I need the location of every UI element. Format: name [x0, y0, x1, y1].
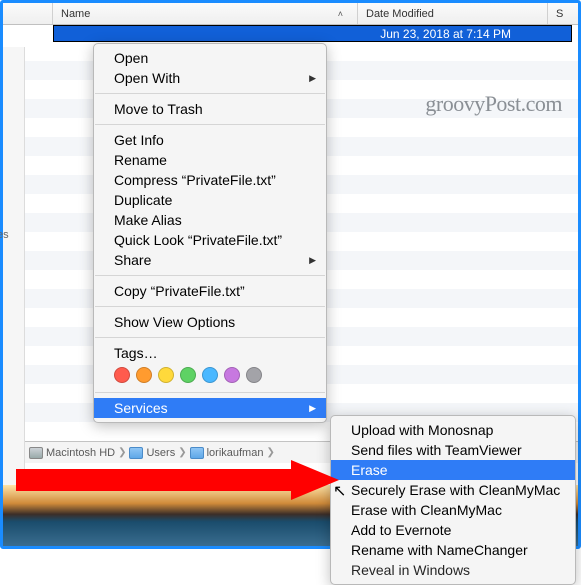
sidebar-fragment: es: [0, 229, 9, 241]
sidebar-edge: es: [3, 47, 25, 485]
chevron-right-icon: ❯: [118, 447, 126, 458]
tag-color-dot[interactable]: [158, 367, 174, 383]
submenu-erase-cleanmymac[interactable]: Erase with CleanMyMac: [331, 500, 575, 520]
menu-make-alias[interactable]: Make Alias: [94, 210, 326, 230]
menu-separator: [95, 124, 325, 125]
column-header-name[interactable]: Name ˄: [53, 3, 358, 24]
chevron-right-icon: ❯: [178, 447, 186, 458]
submenu-erase[interactable]: Erase: [331, 460, 575, 480]
column-header-size-label: S: [556, 8, 563, 20]
file-row-selected[interactable]: Jun 23, 2018 at 7:14 PM: [53, 25, 572, 42]
menu-copy[interactable]: Copy “PrivateFile.txt”: [94, 281, 326, 301]
tag-color-dot[interactable]: [224, 367, 240, 383]
menu-duplicate[interactable]: Duplicate: [94, 190, 326, 210]
menu-quick-look[interactable]: Quick Look “PrivateFile.txt”: [94, 230, 326, 250]
menu-services[interactable]: Services: [94, 398, 326, 418]
menu-compress[interactable]: Compress “PrivateFile.txt”: [94, 170, 326, 190]
tag-color-row: [94, 363, 326, 387]
path-hd[interactable]: Macintosh HD: [46, 447, 115, 459]
column-header-name-label: Name: [61, 8, 90, 20]
column-header-bar: Name ˄ Date Modified S: [3, 3, 578, 25]
tag-color-dot[interactable]: [114, 367, 130, 383]
menu-separator: [95, 306, 325, 307]
submenu-rename-namechanger[interactable]: Rename with NameChanger: [331, 540, 575, 560]
menu-open-with[interactable]: Open With: [94, 68, 326, 88]
menu-open[interactable]: Open: [94, 48, 326, 68]
menu-separator: [95, 337, 325, 338]
services-submenu: Upload with Monosnap Send files with Tea…: [330, 415, 576, 585]
tag-color-dot[interactable]: [246, 367, 262, 383]
submenu-securely-erase[interactable]: Securely Erase with CleanMyMac: [331, 480, 575, 500]
menu-tags[interactable]: Tags…: [94, 343, 326, 363]
submenu-send-teamviewer[interactable]: Send files with TeamViewer: [331, 440, 575, 460]
menu-rename[interactable]: Rename: [94, 150, 326, 170]
hd-icon: [29, 447, 43, 459]
chevron-right-icon: ❯: [266, 447, 274, 458]
menu-show-view-options[interactable]: Show View Options: [94, 312, 326, 332]
menu-move-to-trash[interactable]: Move to Trash: [94, 99, 326, 119]
sort-ascending-icon: ˄: [338, 9, 343, 19]
menu-separator: [95, 392, 325, 393]
header-spacer: [3, 3, 53, 24]
column-header-date-label: Date Modified: [366, 8, 434, 20]
folder-icon: [129, 447, 143, 459]
tag-color-dot[interactable]: [136, 367, 152, 383]
file-date: Jun 23, 2018 at 7:14 PM: [380, 27, 511, 41]
context-menu: Open Open With Move to Trash Get Info Re…: [93, 43, 327, 423]
menu-separator: [95, 93, 325, 94]
menu-separator: [95, 275, 325, 276]
column-header-date[interactable]: Date Modified: [358, 3, 548, 24]
column-header-size[interactable]: S: [548, 3, 578, 24]
folder-icon: [190, 447, 204, 459]
submenu-upload-monosnap[interactable]: Upload with Monosnap: [331, 420, 575, 440]
path-user[interactable]: lorikaufman: [207, 447, 264, 459]
path-users[interactable]: Users: [146, 447, 175, 459]
submenu-reveal-windows[interactable]: Reveal in Windows: [331, 560, 575, 580]
menu-get-info[interactable]: Get Info: [94, 130, 326, 150]
submenu-add-evernote[interactable]: Add to Evernote: [331, 520, 575, 540]
tag-color-dot[interactable]: [180, 367, 196, 383]
menu-share[interactable]: Share: [94, 250, 326, 270]
tag-color-dot[interactable]: [202, 367, 218, 383]
